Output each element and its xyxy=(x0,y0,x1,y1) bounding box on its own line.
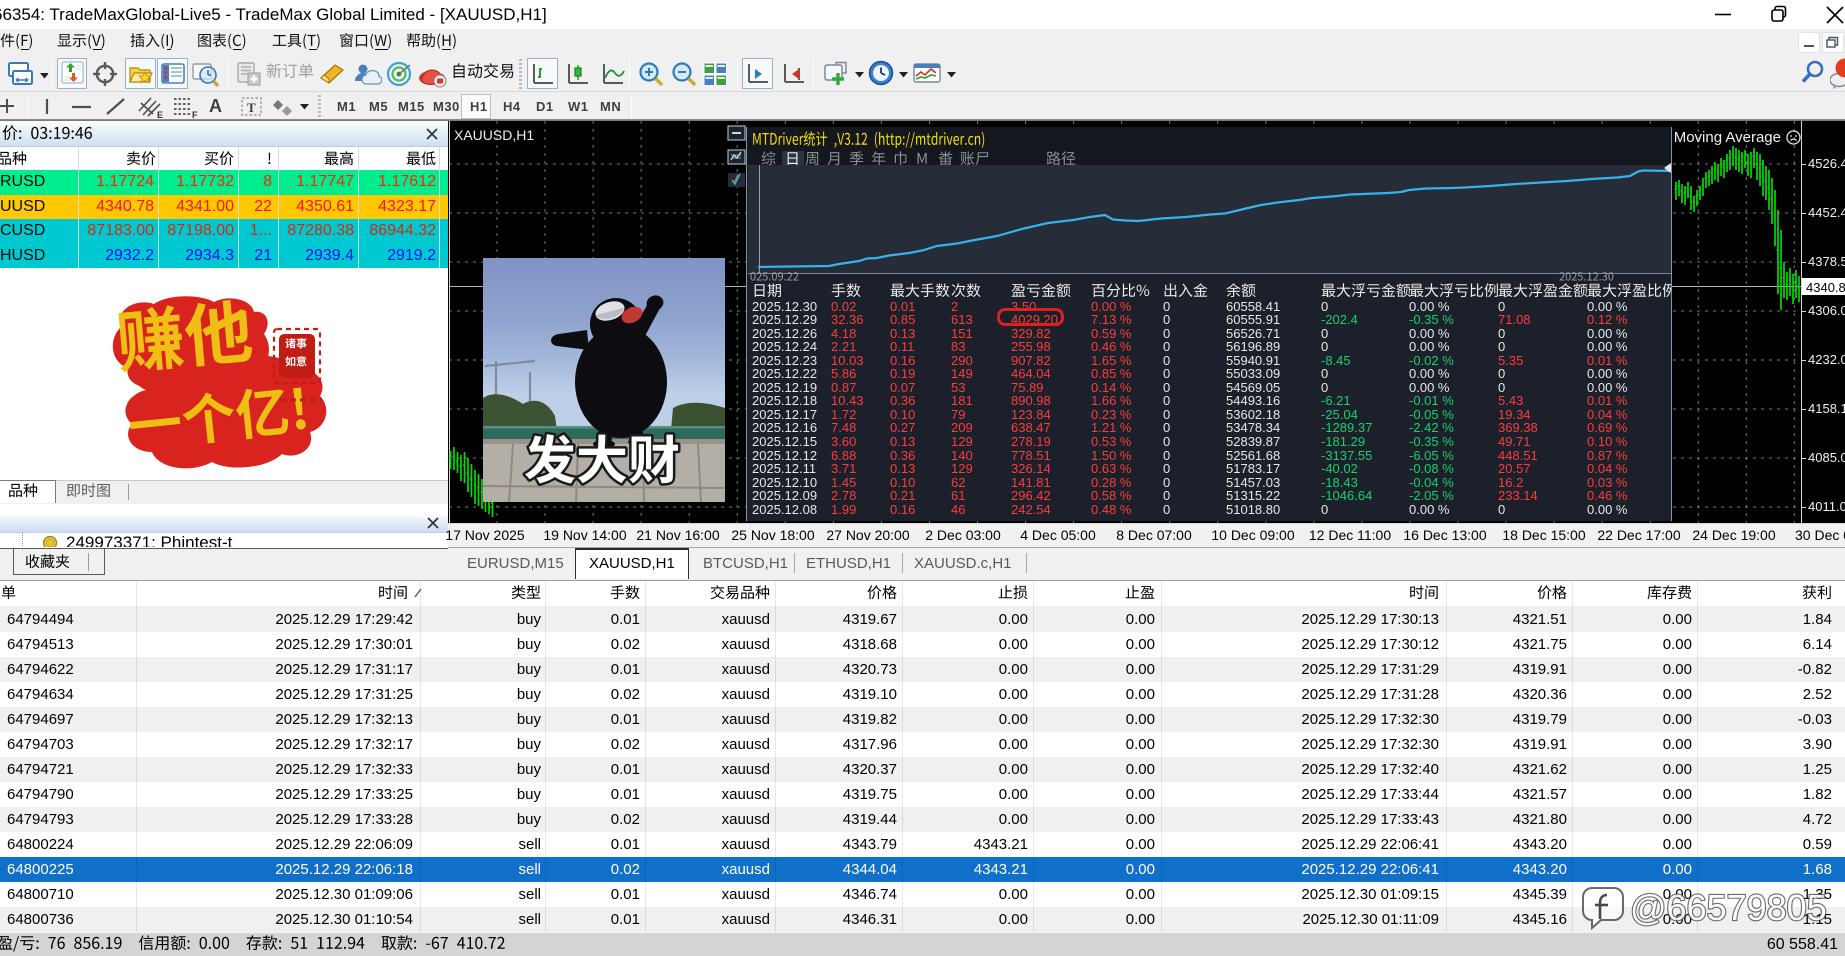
svg-text:T: T xyxy=(247,100,256,115)
svg-text:E: E xyxy=(157,110,163,119)
svg-text:F: F xyxy=(192,110,198,119)
svg-text:@66579805: @66579805 xyxy=(1630,887,1827,928)
